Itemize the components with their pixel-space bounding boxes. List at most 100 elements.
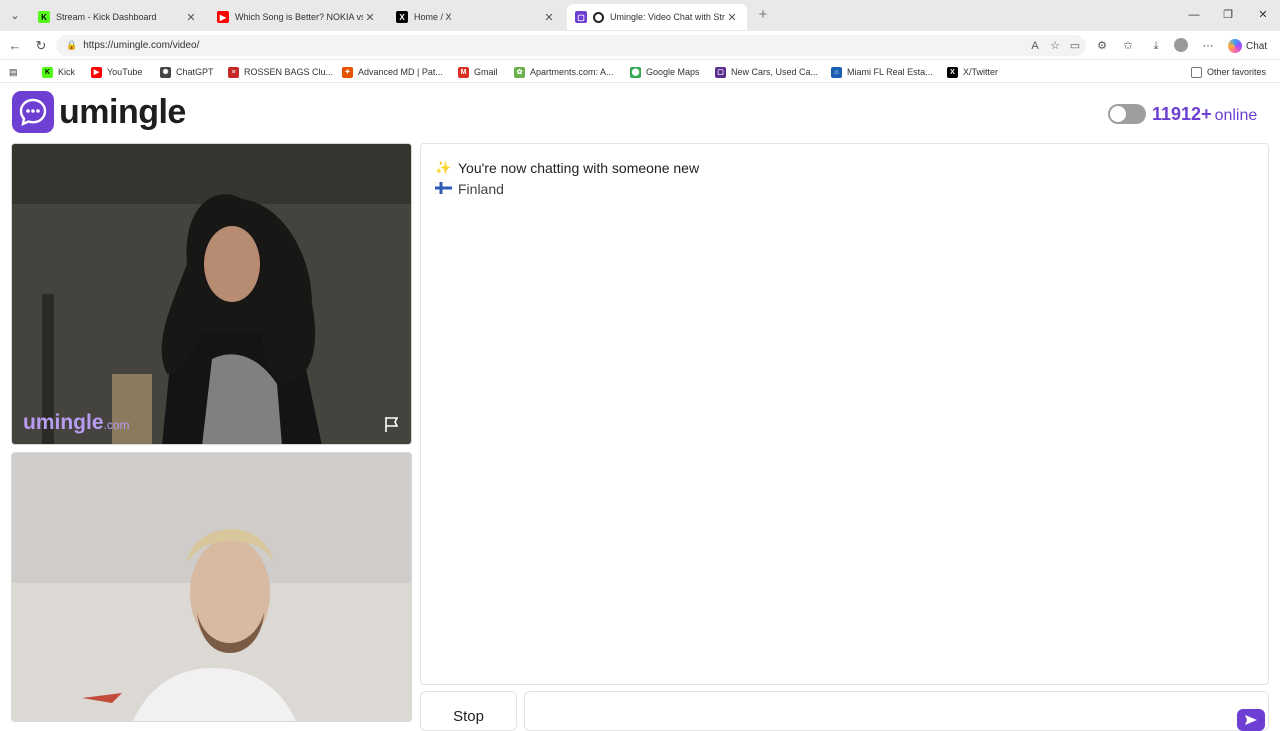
realestate-icon: ⌂ — [831, 66, 842, 78]
system-message-text: You're now chatting with someone new — [458, 160, 700, 176]
tab-title: Which Song is Better? NOKIA vs. I — [235, 12, 363, 22]
bookmark-miami-real-estate[interactable]: ⌂ Miami FL Real Esta... — [831, 65, 933, 79]
reload-icon[interactable]: ↻ — [32, 37, 50, 55]
url-field[interactable]: 🔒 https://umingle.com/video/ — [56, 35, 1086, 56]
stranger-video-frame — [12, 144, 411, 444]
bookmark-google-maps[interactable]: ⬤ Google Maps — [630, 65, 700, 79]
maps-icon: ⬤ — [630, 66, 641, 78]
x-icon: X — [947, 66, 958, 78]
online-plus: + — [1201, 104, 1212, 124]
bookmark-advanced-md[interactable]: ✦ Advanced MD | Pat... — [342, 65, 443, 79]
bookmark-chatgpt[interactable]: ✺ ChatGPT — [160, 65, 214, 79]
restore-icon[interactable]: ❐ — [1218, 6, 1238, 24]
close-tab-icon[interactable]: ✕ — [184, 11, 198, 24]
bookmark-x-twitter[interactable]: X X/Twitter — [947, 65, 998, 79]
bookmark-label: YouTube — [107, 67, 143, 77]
favorite-star-icon[interactable]: ☆ — [1047, 38, 1063, 54]
bookmark-youtube[interactable]: ▶ YouTube — [91, 65, 142, 79]
advancedmd-icon: ✦ — [342, 66, 353, 78]
umingle-watermark: umingle.com — [23, 411, 130, 435]
apartments-icon: ✿ — [514, 66, 525, 78]
bookmarks-bar: ▤ K Kick ▶ YouTube ✺ ChatGPT ≡ ROSSEN BAGS C… — [0, 61, 1280, 83]
system-message-country: Finland — [434, 181, 504, 197]
bookmark-apartments[interactable]: ✿ Apartments.com: A... — [514, 65, 614, 79]
finland-flag-icon — [434, 181, 453, 197]
folder-icon — [1191, 66, 1202, 78]
bookmark-label: Google Maps — [646, 67, 700, 77]
chat-label: Chat — [1246, 40, 1268, 52]
send-button[interactable] — [1237, 709, 1265, 731]
bookmark-rossen-bags[interactable]: ≡ ROSSEN BAGS Clu... — [228, 65, 333, 79]
theme-toggle[interactable] — [1108, 104, 1146, 124]
address-bar: ← ↻ 🔒 https://umingle.com/video/ A ☆ ▭ ⚙… — [0, 31, 1280, 60]
back-icon[interactable]: ← — [6, 37, 24, 55]
chatgpt-icon: ✺ — [160, 66, 171, 78]
bookmark-label: Apartments.com: A... — [530, 67, 614, 77]
lock-icon: 🔒 — [66, 40, 78, 50]
extensions-icon[interactable]: ⚙ — [1094, 38, 1110, 54]
report-flag-icon[interactable] — [383, 415, 401, 433]
bookmark-label: Miami FL Real Esta... — [847, 67, 933, 77]
country-name: Finland — [458, 181, 504, 197]
bookmark-label: Kick — [58, 67, 76, 77]
other-favorites[interactable]: Other favorites — [1191, 65, 1266, 79]
bookmark-label: ChatGPT — [176, 67, 214, 77]
bookmark-label: New Cars, Used Ca... — [731, 67, 819, 77]
split-screen-icon[interactable]: ▭ — [1067, 38, 1083, 54]
tab-actions-menu-button[interactable]: ⌄ — [4, 5, 26, 25]
bookmark-label: Gmail — [474, 67, 498, 77]
copilot-icon — [1228, 39, 1242, 53]
tab-title: Home / X — [414, 12, 452, 22]
sidebar-toggle-icon[interactable]: ▤ — [9, 65, 18, 79]
umingle-logo[interactable]: umingle — [12, 91, 186, 133]
tab-x-home[interactable]: X Home / X ✕ — [388, 4, 564, 30]
profile-avatar-icon[interactable] — [1173, 38, 1189, 54]
tab-youtube[interactable]: ▶ Which Song is Better? NOKIA vs. I ✕ — [209, 4, 385, 30]
x-icon: X — [396, 11, 408, 23]
send-arrow-icon — [1245, 715, 1257, 725]
online-count: 11912 — [1152, 104, 1202, 124]
tab-title: Stream - Kick Dashboard — [56, 12, 157, 22]
close-tab-icon[interactable]: ✕ — [542, 11, 556, 24]
gmail-icon: M — [458, 66, 469, 78]
self-video — [11, 452, 412, 722]
bookmark-gmail[interactable]: M Gmail — [458, 65, 498, 79]
bookmark-label: X/Twitter — [963, 67, 999, 77]
stranger-video: umingle.com — [11, 143, 412, 445]
umingle-icon: ▢ — [575, 11, 587, 23]
sparkles-icon: ✨ — [435, 160, 452, 175]
message-input[interactable] — [524, 691, 1269, 731]
other-favorites-label: Other favorites — [1207, 67, 1267, 77]
watermark-domain: .com — [103, 418, 130, 432]
more-menu-icon[interactable]: ⋯ — [1200, 38, 1216, 54]
close-tab-icon[interactable]: ✕ — [725, 11, 739, 24]
cars-icon: ▢ — [715, 66, 726, 78]
bookmark-cars[interactable]: ▢ New Cars, Used Ca... — [715, 65, 818, 79]
toggle-knob — [1110, 106, 1126, 122]
read-aloud-icon[interactable]: A — [1027, 38, 1043, 54]
chat-log: ✨ You're now chatting with someone new F… — [420, 143, 1269, 685]
downloads-icon[interactable]: ⤓ — [1148, 38, 1164, 54]
new-tab-button[interactable]: + — [754, 6, 772, 24]
site-header: umingle 11912+ online — [0, 84, 1280, 142]
tab-strip: ⌄ K Stream - Kick Dashboard ✕ ▶ Which So… — [0, 0, 1280, 31]
minimize-icon[interactable]: — — [1184, 6, 1204, 24]
self-video-frame — [12, 453, 411, 721]
rossen-icon: ≡ — [228, 66, 239, 78]
bookmark-label: Advanced MD | Pat... — [358, 67, 443, 77]
tab-kick-dashboard[interactable]: K Stream - Kick Dashboard ✕ — [30, 4, 206, 30]
url-text: https://umingle.com/video/ — [83, 40, 200, 51]
copilot-chat-button[interactable]: Chat — [1228, 37, 1267, 55]
tab-title: Umingle: Video Chat with Str — [610, 12, 725, 22]
youtube-icon: ▶ — [217, 11, 229, 23]
close-window-icon[interactable]: ✕ — [1253, 6, 1273, 24]
bookmark-kick[interactable]: K Kick — [42, 65, 75, 79]
kick-icon: K — [38, 11, 50, 23]
kick-icon: K — [42, 66, 53, 78]
online-label: online — [1214, 107, 1258, 124]
stop-button[interactable]: Stop — [420, 691, 517, 731]
tab-umingle[interactable]: ▢ Umingle: Video Chat with Str ✕ — [567, 4, 747, 30]
youtube-icon: ▶ — [91, 66, 102, 78]
close-tab-icon[interactable]: ✕ — [363, 11, 377, 24]
favorites-icon[interactable]: ✩ — [1120, 38, 1136, 54]
